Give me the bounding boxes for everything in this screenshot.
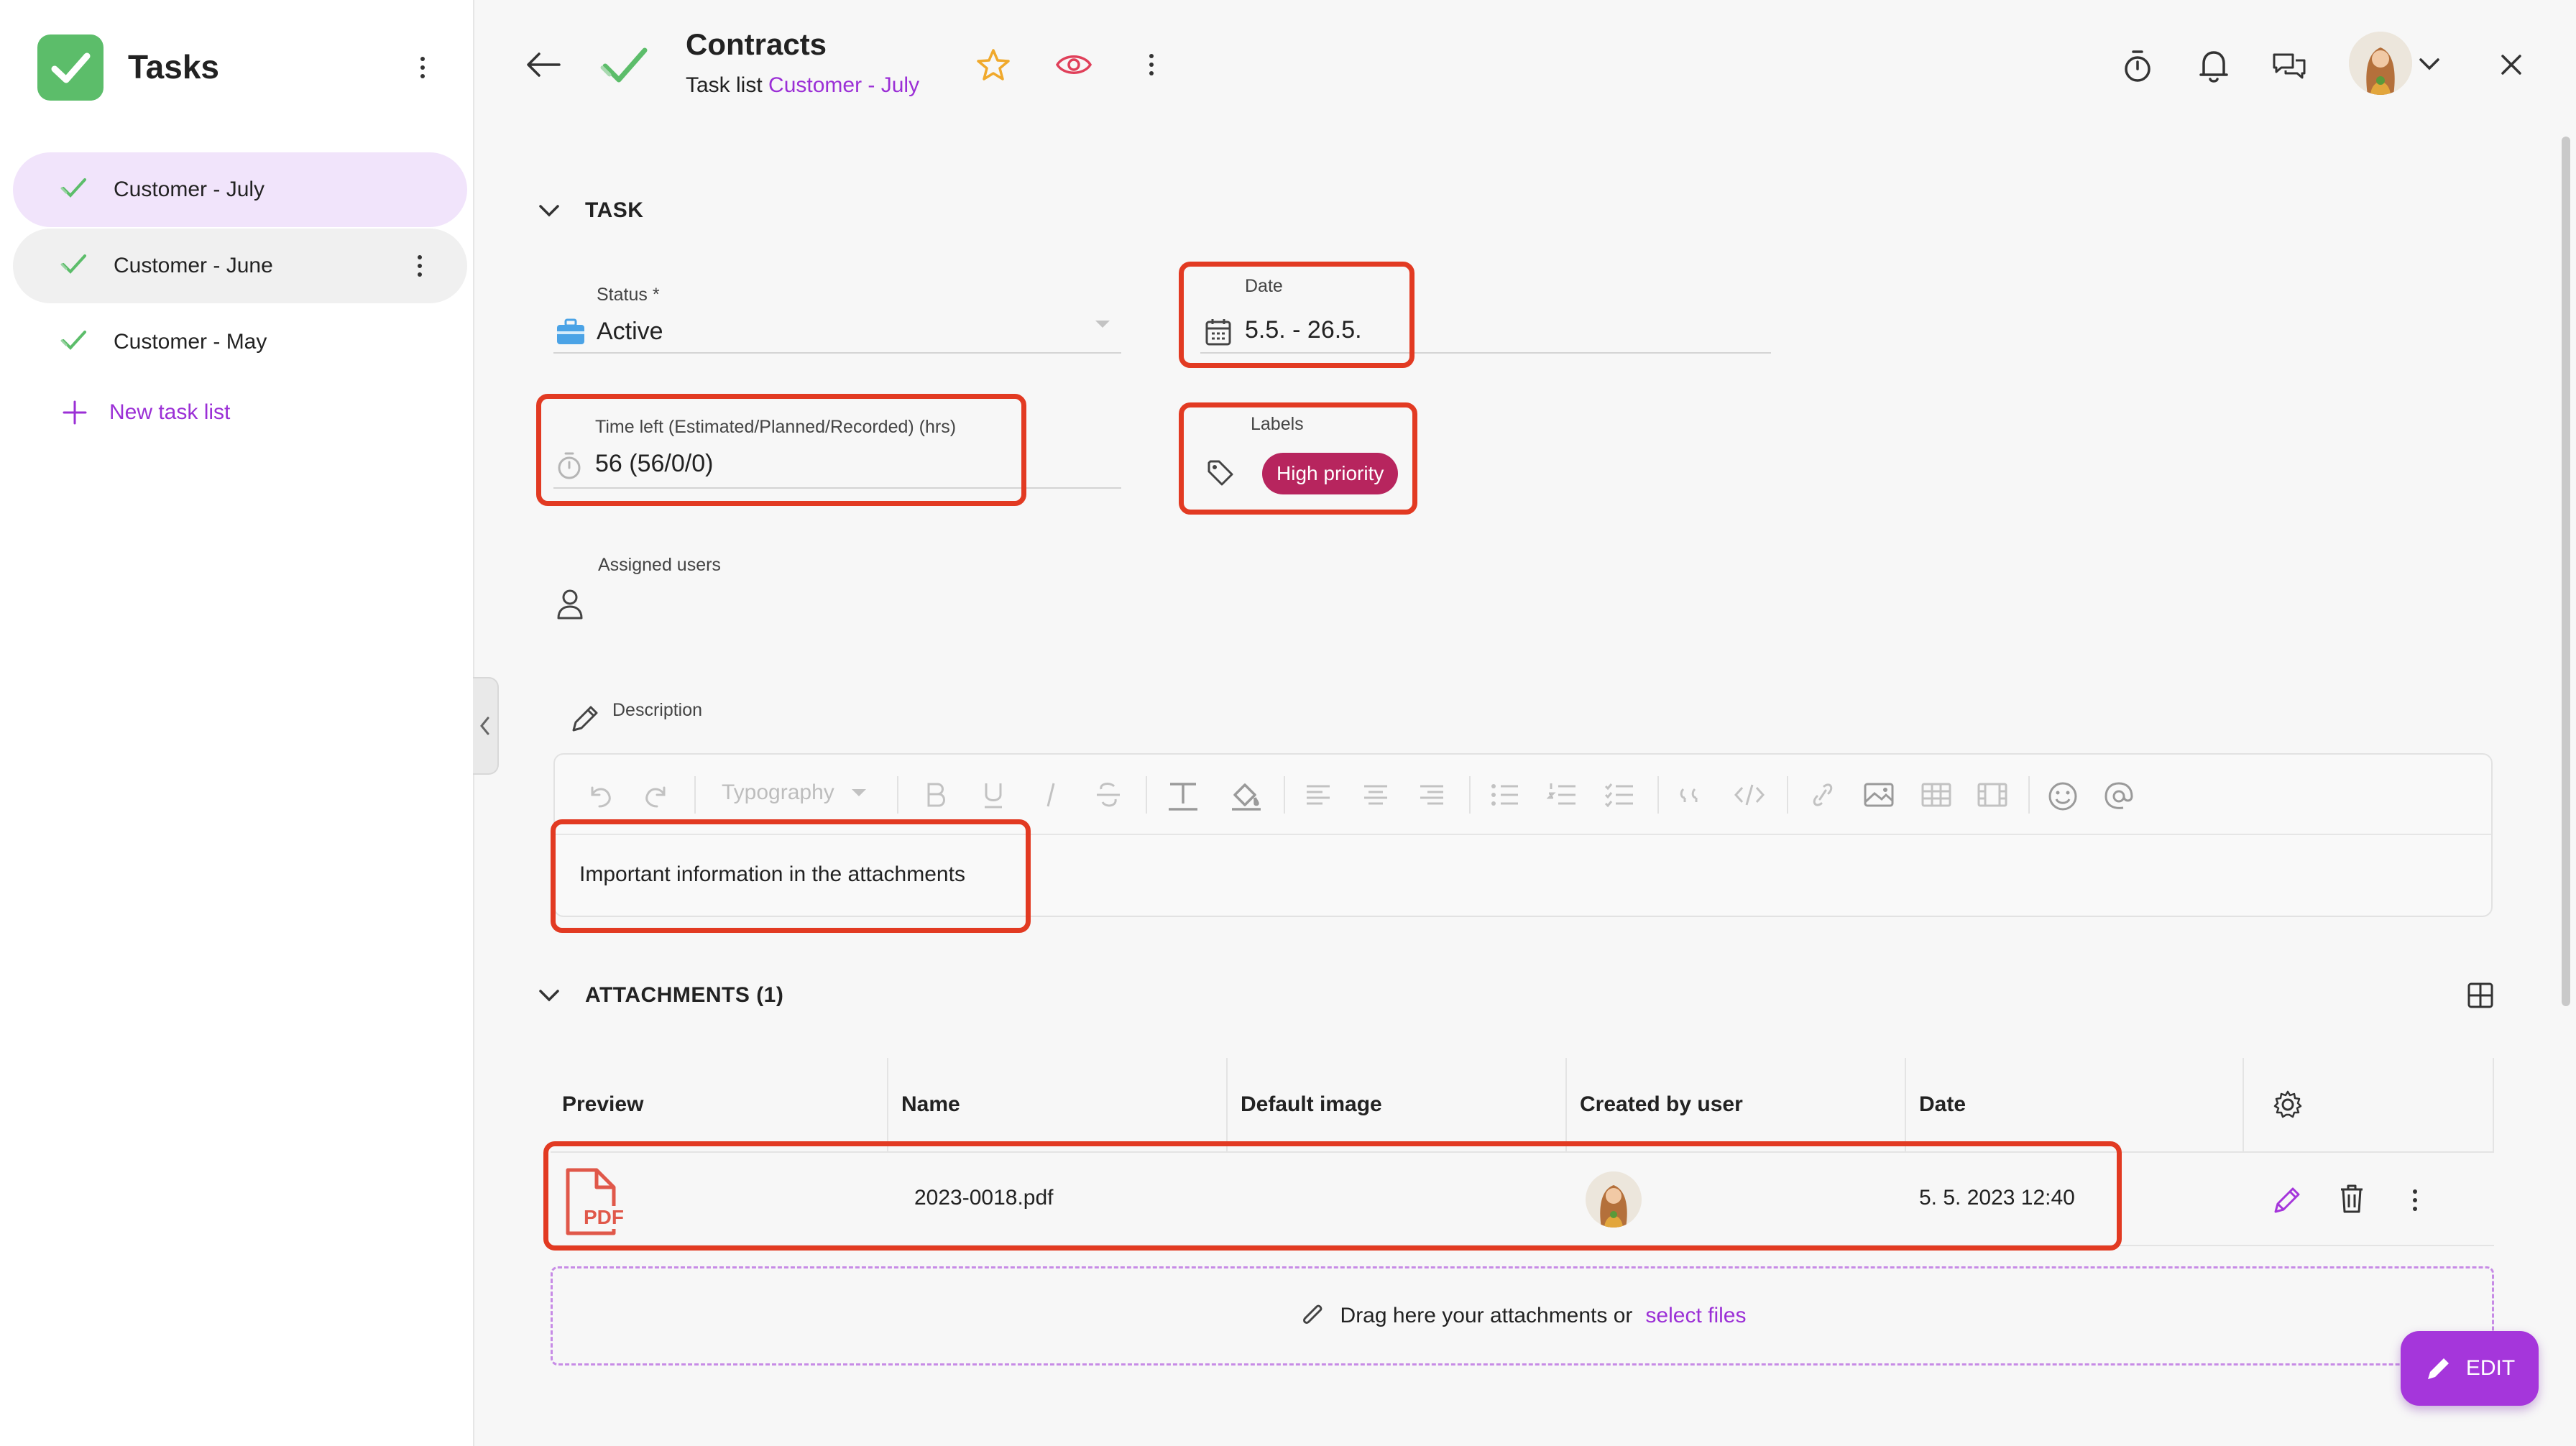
quote-icon[interactable]	[1678, 780, 1706, 809]
trash-icon[interactable]	[2339, 1183, 2365, 1215]
align-right-icon[interactable]	[1417, 780, 1446, 809]
italic-icon[interactable]	[1038, 780, 1064, 809]
back-arrow-icon[interactable]	[525, 50, 562, 79]
plus-icon	[62, 400, 88, 425]
bell-icon[interactable]	[2198, 47, 2230, 83]
page-scrollbar[interactable]	[2562, 137, 2570, 1006]
collapse-sidebar-button[interactable]	[473, 677, 499, 775]
edit-pencil-icon[interactable]	[2271, 1184, 2303, 1216]
task-section-toggle[interactable]: TASK	[538, 198, 643, 223]
column-header-date[interactable]: Date	[1919, 1058, 1966, 1151]
sidebar-item-customer-june[interactable]: Customer - June	[13, 229, 467, 303]
image-icon[interactable]	[1863, 780, 1895, 809]
chat-icon[interactable]	[2271, 50, 2307, 82]
avatar[interactable]	[2349, 32, 2412, 95]
briefcase-icon	[555, 318, 586, 346]
redo-icon[interactable]	[643, 780, 671, 809]
timer-icon[interactable]	[2122, 49, 2153, 83]
sidebar-item-customer-may[interactable]: Customer - May	[13, 305, 467, 379]
paperclip-icon	[1302, 1304, 1322, 1324]
breadcrumb-link[interactable]: Customer - July	[768, 73, 919, 97]
strikethrough-icon[interactable]	[1094, 780, 1123, 809]
edit-button[interactable]: EDIT	[2401, 1331, 2539, 1406]
app-check-icon	[37, 34, 104, 101]
dropdown-arrow-icon[interactable]	[1094, 319, 1111, 329]
dropzone-text: Drag here your attachments or	[1340, 1304, 1633, 1327]
star-icon[interactable]	[976, 47, 1011, 82]
bold-icon[interactable]	[923, 780, 949, 809]
app-title: Tasks	[128, 48, 220, 86]
highlight-date	[1179, 262, 1414, 368]
align-left-icon[interactable]	[1304, 780, 1333, 809]
task-section-heading: TASK	[585, 198, 644, 222]
edit-button-label: EDIT	[2465, 1356, 2516, 1380]
highlight-labels	[1179, 402, 1417, 515]
code-icon[interactable]	[1734, 780, 1765, 809]
highlight-attachment-row	[543, 1141, 2122, 1251]
text-format-icon[interactable]	[1166, 780, 1200, 812]
highlight-time-left	[536, 394, 1026, 506]
sidebar-menu-kebab-icon[interactable]	[408, 53, 437, 82]
pencil-icon	[2427, 1358, 2449, 1379]
attachment-dropzone[interactable]: Drag here your attachments or select fil…	[551, 1266, 2494, 1366]
chevron-down-icon[interactable]	[2418, 56, 2441, 72]
table-icon[interactable]	[1920, 780, 1952, 809]
pencil-icon	[569, 703, 601, 734]
paint-bucket-icon[interactable]	[1229, 780, 1264, 812]
select-files-link[interactable]: select files	[1645, 1304, 1746, 1328]
underline-icon[interactable]	[980, 780, 1006, 809]
highlight-description	[551, 819, 1031, 933]
breadcrumb-prefix: Task list	[686, 73, 763, 97]
attachments-section-heading: ATTACHMENTS (1)	[585, 983, 784, 1007]
status-select[interactable]: Active	[597, 318, 663, 346]
new-task-list-label: New task list	[109, 400, 231, 424]
status-underline	[553, 352, 1121, 354]
close-icon[interactable]	[2498, 52, 2524, 78]
chevron-down-icon	[539, 205, 559, 217]
gear-icon[interactable]	[2273, 1090, 2303, 1120]
video-icon[interactable]	[1977, 780, 2008, 809]
check-icon	[60, 174, 88, 201]
mention-icon[interactable]	[2103, 780, 2135, 812]
sidebar-item-customer-july[interactable]: Customer - July	[13, 152, 467, 227]
chevron-down-icon	[539, 990, 559, 1002]
description-label: Description	[612, 700, 703, 720]
column-header-default-image[interactable]: Default image	[1241, 1058, 1382, 1151]
link-icon[interactable]	[1807, 780, 1839, 809]
attachments-section-toggle[interactable]: ATTACHMENTS (1)	[538, 983, 783, 1008]
check-icon	[60, 250, 88, 277]
status-label: Status *	[597, 285, 660, 305]
task-check-icon	[599, 40, 650, 91]
align-center-icon[interactable]	[1361, 780, 1390, 809]
sidebar-item-label: Customer - June	[114, 254, 273, 277]
new-task-list-button[interactable]: New task list	[62, 400, 230, 425]
user-icon[interactable]	[556, 588, 584, 620]
column-header-name[interactable]: Name	[901, 1058, 960, 1151]
column-header-created-by-user[interactable]: Created by user	[1580, 1058, 1743, 1151]
typography-label: Typography	[722, 780, 834, 804]
assigned-users-label: Assigned users	[598, 555, 721, 575]
check-icon	[60, 326, 88, 354]
eye-icon[interactable]	[1055, 50, 1092, 79]
sidebar: Tasks Customer - July Customer - June Cu…	[0, 0, 474, 1446]
checklist-icon[interactable]	[1604, 780, 1636, 809]
dropdown-arrow-icon	[851, 789, 866, 796]
row-kebab-icon[interactable]	[2401, 1186, 2429, 1215]
breadcrumb: Task list Customer - July	[686, 73, 919, 98]
kebab-icon[interactable]	[405, 252, 434, 280]
sidebar-item-label: Customer - May	[114, 330, 267, 354]
undo-icon[interactable]	[585, 780, 614, 809]
bullet-list-icon[interactable]	[1489, 780, 1521, 809]
numbered-list-icon[interactable]	[1547, 780, 1578, 809]
grid-icon[interactable]	[2467, 982, 2494, 1009]
chevron-left-icon	[480, 717, 489, 735]
column-header-preview[interactable]: Preview	[562, 1058, 643, 1151]
emoji-icon[interactable]	[2047, 780, 2079, 812]
page-title: Contracts	[686, 27, 827, 61]
sidebar-item-label: Customer - July	[114, 178, 265, 201]
typography-select[interactable]: Typography	[722, 780, 868, 805]
header-kebab-icon[interactable]	[1137, 50, 1166, 79]
